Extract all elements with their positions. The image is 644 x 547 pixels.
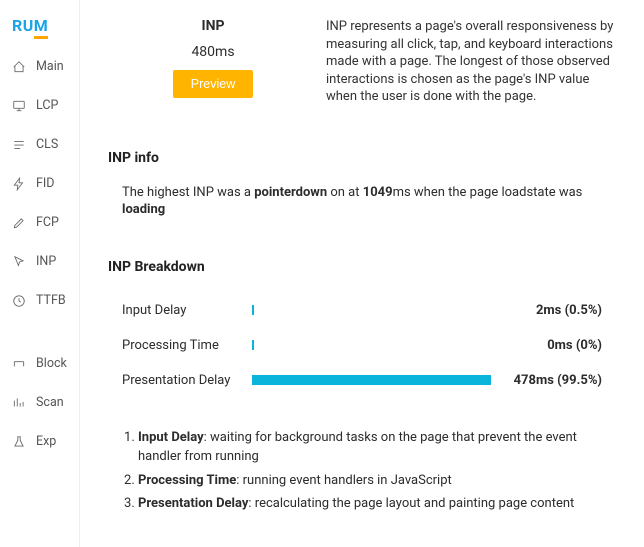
sidebar-item-label: Main [36,59,64,74]
rating-button[interactable]: Preview [173,70,253,98]
sidebar-item-label: Exp [36,434,56,449]
nav: Main LCP CLS FID FCP INP TTFB Block Scan… [0,49,79,459]
info-state: loading [122,202,165,217]
info-text: The highest INP was a pointerdown on at … [108,184,616,219]
sidebar-item-exp[interactable]: Exp [0,424,79,459]
breakdown-bar-fill [252,340,254,350]
breakdown-bar-fill [252,375,491,385]
sidebar-item-scan[interactable]: Scan [0,385,79,420]
sidebar-item-label: INP [36,254,56,269]
breakdown-label: Input Delay [122,303,242,318]
info-event: pointerdown [254,185,327,200]
sidebar-item-fcp[interactable]: FCP [0,205,79,240]
definitions-list: Input Delay: waiting for background task… [108,428,616,514]
info-t2: on at [327,185,363,200]
flask-icon [12,435,26,449]
sidebar-item-block[interactable]: Block [0,346,79,381]
clock-icon [12,294,26,308]
sidebar-item-label: LCP [36,98,58,113]
def-desc: : recalculating the page layout and pain… [248,496,574,511]
breakdown-row: Presentation Delay 478ms (99.5%) [108,363,616,398]
cursor-icon [12,255,26,269]
metric-name: INP [202,18,225,34]
breakdown-row: Input Delay 2ms (0.5%) [108,293,616,328]
breakdown-heading: INP Breakdown [108,259,616,275]
sidebar-item-inp[interactable]: INP [0,244,79,279]
sidebar-item-label: Block [36,356,67,371]
home-icon [12,60,26,74]
sidebar-item-fid[interactable]: FID [0,166,79,201]
logo: RUM [0,10,79,49]
pencil-icon [12,216,26,230]
def-desc: : running event handlers in JavaScript [236,473,452,488]
sidebar: RUM Main LCP CLS FID FCP INP TTFB Block … [0,0,80,547]
sidebar-item-label: CLS [36,137,58,152]
list-item: Input Delay: waiting for background task… [138,428,616,467]
lines-icon [12,138,26,152]
breakdown-value: 0ms (0%) [502,338,602,353]
block-icon [12,357,26,371]
breakdown-bar [252,340,492,350]
sidebar-item-label: TTFB [36,293,66,308]
breakdown-value: 478ms (99.5%) [502,373,602,388]
info-heading: INP info [108,150,616,166]
sidebar-item-label: FID [36,176,55,191]
sidebar-item-cls[interactable]: CLS [0,127,79,162]
main: INP 480ms Preview INP represents a page'… [80,0,644,547]
info-t1: The highest INP was a [122,185,254,200]
metric-value: 480ms [191,44,234,60]
def-term: Processing Time [138,473,236,488]
sidebar-item-ttfb[interactable]: TTFB [0,283,79,318]
sidebar-item-label: Scan [36,395,64,410]
breakdown-label: Processing Time [122,338,242,353]
breakdown-row: Processing Time 0ms (0%) [108,328,616,363]
sidebar-item-main[interactable]: Main [0,49,79,84]
monitor-icon [12,99,26,113]
list-item: Presentation Delay: recalculating the pa… [138,494,616,514]
breakdown-bar-fill [252,305,254,315]
info-t3: ms when the page loadstate was [393,185,583,200]
breakdown-value: 2ms (0.5%) [502,303,602,318]
breakdown-bar [252,305,492,315]
metric-description: INP represents a page's overall responsi… [326,18,616,106]
info-time: 1049 [363,185,393,200]
breakdown-label: Presentation Delay [122,373,242,388]
scan-icon [12,396,26,410]
sidebar-item-label: FCP [36,215,59,230]
def-term: Presentation Delay [138,496,248,511]
def-desc: : waiting for background tasks on the pa… [138,430,577,465]
def-term: Input Delay [138,430,204,445]
list-item: Processing Time: running event handlers … [138,471,616,491]
breakdown-bar [252,375,492,385]
bolt-icon [12,177,26,191]
sidebar-item-lcp[interactable]: LCP [0,88,79,123]
